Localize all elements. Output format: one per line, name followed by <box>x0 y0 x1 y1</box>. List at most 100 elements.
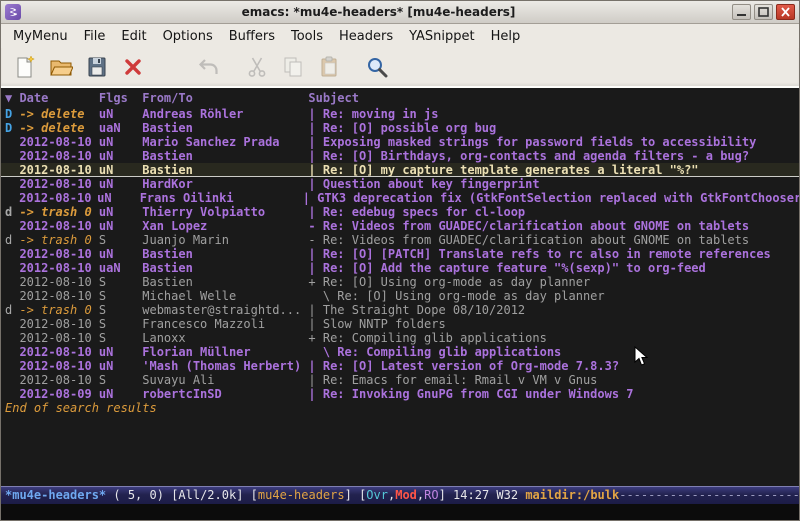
maximize-icon <box>758 7 769 17</box>
open-folder-icon <box>49 55 73 79</box>
from-cell: Florian Müllner <box>142 345 308 359</box>
message-row[interactable]: 2012-08-10uNBastien| Re: [O] my capture … <box>1 163 799 177</box>
message-row[interactable]: 2012-08-10uNFlorian Müllner \ Re: Compil… <box>1 345 799 359</box>
emacs-logo-icon <box>8 7 18 17</box>
modeline-segment-plain: ( 5, 0) <box>106 488 171 502</box>
new-file-button[interactable] <box>9 51 41 83</box>
date-cell: 2012-08-10 <box>19 191 97 205</box>
menubar: MyMenuFileEditOptionsBuffersToolsHeaders… <box>1 24 799 48</box>
maximize-button[interactable] <box>754 4 773 20</box>
date-cell: 2012-08-10 <box>19 331 98 345</box>
from-cell: Bastien <box>142 163 308 176</box>
end-of-results-label: End of search results <box>1 401 799 415</box>
column-header-flags[interactable]: Flgs <box>99 90 142 107</box>
headers-header-line: ▼ Date Flgs From/To Subject <box>1 90 799 107</box>
message-row[interactable]: 2012-08-09uNrobertcInSD| Re: Invoking Gn… <box>1 387 799 401</box>
mark-cell <box>5 163 19 176</box>
flags-cell: S <box>99 275 142 289</box>
modeline-segment-mod: Mod <box>395 488 417 502</box>
minimize-button[interactable] <box>732 4 751 20</box>
mark-cell <box>5 373 19 387</box>
copy-button[interactable] <box>277 51 309 83</box>
subject-cell: | GTK3 deprecation fix (GtkFontSelection… <box>303 191 799 205</box>
date-cell: 2012-08-10 <box>19 317 98 331</box>
flags-cell: uaN <box>99 121 142 135</box>
message-row[interactable]: 2012-08-10SSuvayu Ali| Re: Emacs for ema… <box>1 373 799 387</box>
message-row[interactable]: d-> trash 0SJuanjo Marin- Re: Videos fro… <box>1 233 799 247</box>
from-cell: Suvayu Ali <box>142 373 308 387</box>
mark-cell: d <box>5 205 19 219</box>
open-file-button[interactable] <box>45 51 77 83</box>
mark-cell <box>5 135 19 149</box>
column-header-subject[interactable]: Subject <box>308 90 799 107</box>
cut-button[interactable] <box>241 51 273 83</box>
message-row[interactable]: 2012-08-10SFrancesco Mazzoli| Slow NNTP … <box>1 317 799 331</box>
message-row[interactable]: 2012-08-10uNBastien| Re: [O] Birthdays, … <box>1 149 799 163</box>
flags-cell: uN <box>99 205 142 219</box>
message-row[interactable]: D-> deleteuaNBastien| Re: [O] possible o… <box>1 121 799 135</box>
flags-cell: uN <box>99 163 142 176</box>
flags-cell: uaN <box>99 261 142 275</box>
save-buffer-button[interactable] <box>81 51 113 83</box>
flags-cell: uN <box>99 387 142 401</box>
modeline-segment-plain: 14:27 <box>453 488 496 502</box>
message-row[interactable]: 2012-08-10uNBastien| Re: [O] [PATCH] Tra… <box>1 247 799 261</box>
menu-file[interactable]: File <box>76 26 114 47</box>
message-row[interactable]: 2012-08-10uaNBastien| Re: [O] Add the ca… <box>1 261 799 275</box>
mark-cell <box>5 149 19 163</box>
new-file-icon <box>13 55 37 79</box>
emacs-window: emacs: *mu4e-headers* [mu4e-headers] MyM… <box>0 0 800 521</box>
message-row[interactable]: 2012-08-10uNHardKor| Question about key … <box>1 177 799 191</box>
menu-edit[interactable]: Edit <box>113 26 154 47</box>
paste-button[interactable] <box>313 51 345 83</box>
subject-cell: + Re: [O] Using org-mode as day planner <box>308 275 799 289</box>
message-row[interactable]: 2012-08-10SLanoxx+ Re: Compiling glib ap… <box>1 331 799 345</box>
mark-cell: d <box>5 303 19 317</box>
flags-cell: S <box>99 373 142 387</box>
message-row[interactable]: d-> trash 0uNThierry Volpiatto| Re: edeb… <box>1 205 799 219</box>
subject-cell: | Re: moving in js <box>308 107 799 121</box>
column-header-from[interactable]: From/To <box>142 90 308 107</box>
close-icon <box>780 7 791 17</box>
flags-cell: uN <box>99 135 142 149</box>
date-cell: 2012-08-09 <box>19 387 98 401</box>
date-cell: 2012-08-10 <box>19 345 98 359</box>
message-row[interactable]: 2012-08-10SMichael Welle \ Re: [O] Using… <box>1 289 799 303</box>
date-cell: 2012-08-10 <box>19 219 98 233</box>
message-row[interactable]: 2012-08-10uNFrans Oilinki| GTK3 deprecat… <box>1 191 799 205</box>
date-cell: -> delete <box>19 107 98 121</box>
mark-cell: d <box>5 233 19 247</box>
message-row[interactable]: 2012-08-10SBastien+ Re: [O] Using org-mo… <box>1 275 799 289</box>
menu-yasnippet[interactable]: YASnippet <box>401 26 483 47</box>
subject-cell: | Re: [O] my capture template generates … <box>308 163 799 176</box>
message-list: D-> deleteuNAndreas Röhler| Re: moving i… <box>1 107 799 401</box>
message-row[interactable]: 2012-08-10uN'Mash (Thomas Herbert)| Re: … <box>1 359 799 373</box>
message-row[interactable]: 2012-08-10uNMario Sanchez Prada| Exposin… <box>1 135 799 149</box>
mark-cell <box>5 331 19 345</box>
subject-cell: | Re: [O] Birthdays, org-contacts and ag… <box>308 149 799 163</box>
column-header-date[interactable]: ▼ Date <box>5 90 99 107</box>
from-cell: Juanjo Marin <box>142 233 308 247</box>
search-button[interactable] <box>361 51 393 83</box>
menu-help[interactable]: Help <box>483 26 529 47</box>
message-row[interactable]: D-> deleteuNAndreas Röhler| Re: moving i… <box>1 107 799 121</box>
menu-options[interactable]: Options <box>155 26 221 47</box>
undo-button[interactable] <box>193 51 225 83</box>
close-button[interactable] <box>776 4 795 20</box>
mode-line[interactable]: *mu4e-headers* ( 5, 0) [All/2.0k] [mu4e-… <box>1 486 799 504</box>
menu-tools[interactable]: Tools <box>283 26 331 47</box>
menu-mymenu[interactable]: MyMenu <box>5 26 76 47</box>
mark-cell <box>5 191 19 205</box>
menu-buffers[interactable]: Buffers <box>221 26 283 47</box>
from-cell: 'Mash (Thomas Herbert) <box>142 359 308 373</box>
minimize-icon <box>736 7 747 17</box>
subject-cell: | Re: edebug specs for cl-loop <box>308 205 799 219</box>
titlebar[interactable]: emacs: *mu4e-headers* [mu4e-headers] <box>1 1 799 24</box>
mark-cell <box>5 247 19 261</box>
minibuffer[interactable] <box>1 504 799 520</box>
mark-cell <box>5 289 19 303</box>
message-row[interactable]: d-> trash 0Swebmaster@straightd...| The … <box>1 303 799 317</box>
message-row[interactable]: 2012-08-10uNXan Lopez- Re: Videos from G… <box>1 219 799 233</box>
kill-buffer-button[interactable] <box>117 51 149 83</box>
menu-headers[interactable]: Headers <box>331 26 401 47</box>
